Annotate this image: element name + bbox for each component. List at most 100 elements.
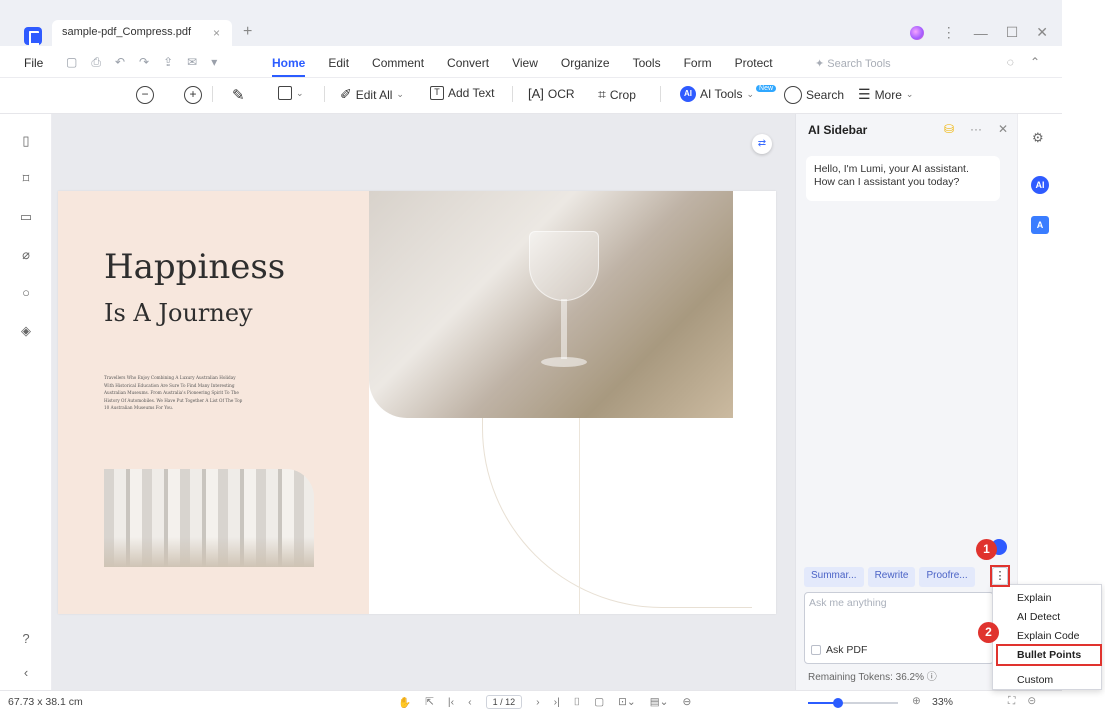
menu-view[interactable]: View [512, 56, 538, 70]
page-number-field[interactable]: 1 / 12 [485, 695, 523, 709]
tab-close-icon[interactable]: × [213, 26, 220, 40]
collapse-ribbon-icon[interactable]: ⌃ [1030, 55, 1040, 69]
summarize-chip[interactable]: Summar... [804, 567, 864, 587]
zoom-out-icon[interactable]: − [136, 86, 154, 104]
ai-assistant-icon[interactable]: AI [1031, 176, 1049, 194]
single-page-icon[interactable]: ▢ [594, 696, 604, 708]
add-text-button[interactable]: T Add Text [430, 86, 494, 100]
more-label: More [874, 87, 902, 102]
toolbar-divider [512, 86, 513, 102]
first-page-icon[interactable]: |‹ [448, 696, 454, 708]
help-icon[interactable]: ? [19, 632, 33, 646]
ask-pdf-label: Ask PDF [826, 644, 868, 656]
share-icon[interactable]: ⇪ [163, 55, 173, 70]
proofread-chip[interactable]: Proofre... [919, 567, 975, 587]
attachment-icon[interactable]: ⌀ [19, 248, 33, 262]
avatar[interactable] [909, 25, 924, 40]
layers-icon[interactable]: ◈ [19, 324, 33, 338]
last-page-icon[interactable]: ›| [554, 696, 560, 708]
tokens-label: Remaining Tokens: 36.2% [808, 672, 924, 683]
remaining-tokens: Remaining Tokens: 36.2% ⓘ [808, 668, 937, 683]
zoom-slider[interactable] [808, 698, 898, 708]
pdf-page[interactable]: Happiness Is A Journey Travellers Who En… [58, 191, 776, 614]
menu-edit[interactable]: Edit [328, 56, 349, 70]
collapse-left-icon[interactable]: ‹ [19, 666, 33, 680]
next-page-icon[interactable]: › [536, 696, 540, 708]
dropdown-item-ai-detect[interactable]: AI Detect [1017, 611, 1060, 623]
cart-icon[interactable]: ⛁ [944, 122, 954, 136]
dropdown-item-custom[interactable]: Custom [1017, 674, 1053, 686]
dropdown-item-explain[interactable]: Explain [1017, 592, 1051, 604]
hand-tool-icon[interactable]: ✋ [398, 696, 411, 709]
menu-tools[interactable]: Tools [633, 56, 661, 70]
menu-bar: File ▢ ⎙ ↶ ↷ ⇪ ✉ ▾ Home Edit Comment Con… [0, 46, 1062, 78]
zoom-out-status-icon[interactable]: ⊖ [682, 696, 691, 708]
step-badge-1: 1 [976, 539, 997, 560]
text-box-icon: T [430, 86, 444, 100]
dropdown-item-explain-code[interactable]: Explain Code [1017, 630, 1079, 642]
close-window-button[interactable]: ✕ [1036, 24, 1048, 41]
edit-all-button[interactable]: ✐ Edit All ⌄ [340, 86, 404, 103]
save-icon[interactable]: ▢ [66, 55, 77, 70]
search-icon[interactable]: ○ [19, 286, 33, 300]
redo-icon[interactable]: ↷ [139, 55, 149, 70]
menu-form[interactable]: Form [684, 56, 712, 70]
quick-access-dropdown-icon[interactable]: ▾ [211, 55, 217, 70]
zoom-level[interactable]: 33% [932, 696, 953, 708]
ask-pdf-checkbox[interactable] [811, 645, 821, 655]
menu-convert[interactable]: Convert [447, 56, 489, 70]
zoom-slider-handle[interactable] [833, 698, 843, 708]
more-button[interactable]: ☰ More ⌄ [858, 86, 913, 103]
ask-pdf-toggle[interactable]: Ask PDF [811, 644, 867, 656]
new-badge: New [756, 84, 777, 92]
print-icon[interactable]: ⎙ [91, 55, 101, 70]
ocr-button[interactable]: [A] OCR [528, 86, 575, 101]
layout-icon[interactable]: ▤⌄ [650, 696, 669, 708]
fullscreen-icon[interactable]: ⛶ [1008, 695, 1015, 708]
thumbnails-icon[interactable]: ▯ [19, 134, 33, 148]
close-sidebar-icon[interactable]: ✕ [998, 122, 1008, 136]
menu-comment[interactable]: Comment [372, 56, 424, 70]
view-mode-icon[interactable]: ⊡⌄ [618, 696, 636, 708]
menu-protect[interactable]: Protect [735, 56, 773, 70]
glass-photo [369, 191, 733, 418]
ai-tools-button[interactable]: AI AI Tools ⌄ New [680, 84, 777, 102]
zoom-in-status-icon[interactable]: ⊕ [912, 695, 921, 707]
file-menu[interactable]: File [24, 56, 43, 70]
minimize-button[interactable]: — [974, 25, 988, 41]
shape-icon[interactable] [278, 86, 292, 100]
more-icon[interactable]: ⋮ [942, 24, 956, 41]
cloud-sync-icon[interactable]: ◌ [1007, 55, 1014, 69]
search-label: Search [806, 88, 845, 102]
translate-icon[interactable]: A [1031, 216, 1049, 234]
rewrite-chip[interactable]: Rewrite [867, 567, 916, 587]
zoom-in-icon[interactable]: + [184, 86, 202, 104]
fit-page-icon[interactable]: ⌷ [574, 696, 580, 709]
prev-page-icon[interactable]: ‹ [468, 696, 472, 708]
help-circle-icon[interactable]: ⓘ [927, 672, 937, 683]
edit-all-label: Edit All [355, 87, 393, 102]
search-button[interactable]: Search [784, 86, 844, 104]
crop-button[interactable]: ⌗ Crop [598, 86, 636, 103]
page-subtitle: Is A Journey [104, 299, 253, 327]
comments-icon[interactable]: ▭ [19, 210, 33, 224]
menu-organize[interactable]: Organize [561, 56, 610, 70]
bullet-points-highlight [996, 644, 1102, 666]
highlight-icon[interactable]: ✎ [232, 86, 245, 104]
search-tools-field[interactable]: ✦ Search Tools [815, 57, 891, 70]
select-tool-icon[interactable]: ⇱ [425, 696, 434, 708]
bookmark-icon[interactable]: ⌑ [19, 172, 33, 186]
undo-icon[interactable]: ↶ [115, 55, 125, 70]
ask-input[interactable] [809, 597, 989, 609]
mail-icon[interactable]: ✉ [187, 55, 197, 70]
menu-home[interactable]: Home [272, 56, 306, 77]
new-tab-button[interactable]: + [243, 23, 252, 41]
document-tab[interactable]: sample-pdf_Compress.pdf × [52, 20, 232, 46]
convert-float-icon[interactable]: ⇄ [752, 134, 772, 154]
settings-sliders-icon[interactable]: ⚙ [1032, 130, 1044, 146]
maximize-button[interactable]: ☐ [1006, 24, 1019, 41]
fit-width-icon[interactable]: ⊝ [1027, 695, 1036, 708]
chip-more-highlight [990, 565, 1010, 587]
shape-dropdown-icon[interactable]: ⌄ [296, 88, 304, 99]
more-options-icon[interactable]: ··· [970, 122, 982, 136]
